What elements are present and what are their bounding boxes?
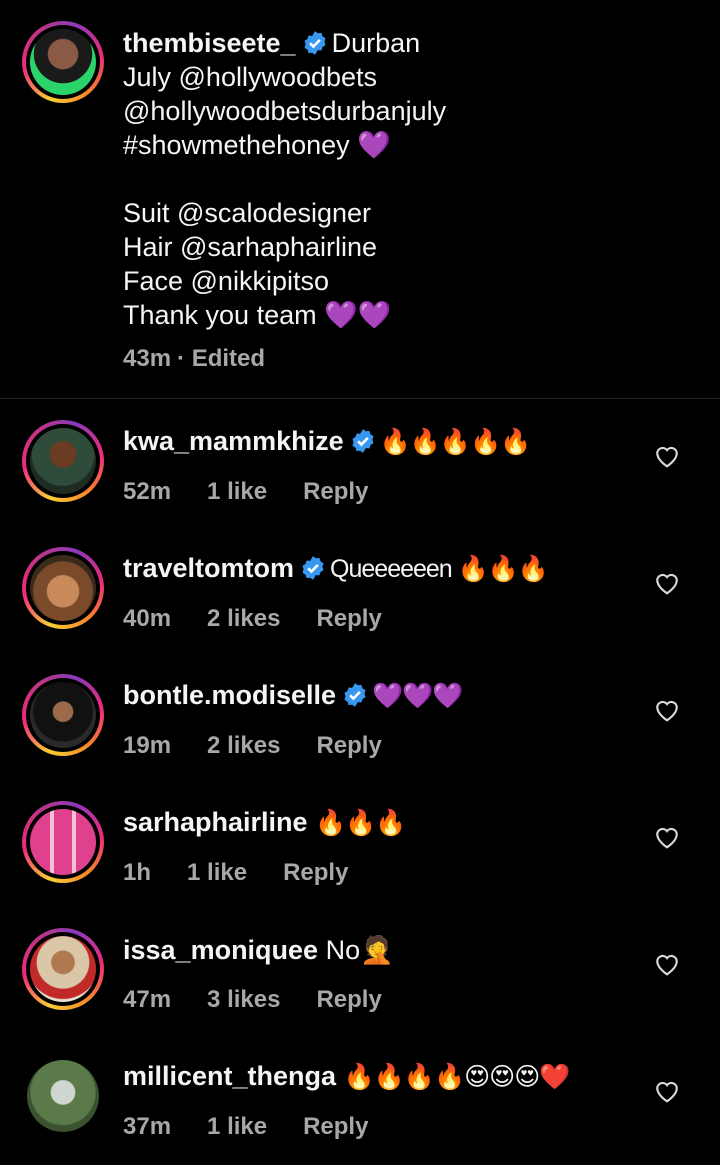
comment-row: sarhaphairline 🔥🔥🔥 1h 1 like Reply <box>0 801 720 911</box>
reply-button[interactable]: Reply <box>303 1113 368 1140</box>
reply-button[interactable]: Reply <box>283 859 348 886</box>
reply-button[interactable]: Reply <box>303 478 368 505</box>
reply-button[interactable]: Reply <box>316 986 381 1013</box>
caption-line <box>123 162 703 196</box>
commenter-username[interactable]: millicent_thenga <box>123 1061 336 1091</box>
caption-line: Face @nikkipitso <box>123 266 329 296</box>
post-caption: thembiseete_ Durban July @hollywoodbets @… <box>123 26 703 376</box>
comment-time: 1h <box>123 859 152 886</box>
commenter-avatar[interactable] <box>22 420 104 502</box>
comment-body: No🤦 <box>325 935 394 965</box>
comment-body: 🔥🔥🔥 <box>315 809 406 837</box>
heart-icon[interactable] <box>654 571 680 595</box>
post-author-username[interactable]: thembiseete_ <box>123 28 296 58</box>
like-count[interactable]: 2 likes <box>207 605 280 632</box>
commenter-avatar[interactable] <box>22 674 104 756</box>
comment-row: millicent_thenga 🔥🔥🔥🔥😍😍😍❤️ 37m 1 like Repl… <box>0 1055 720 1165</box>
divider <box>0 398 720 399</box>
comment-meta: 40m 2 likes Reply <box>123 605 418 633</box>
comment-text: issa_moniquee No🤦 <box>123 934 394 966</box>
caption-line: @hollywoodbetsdurbanjuly <box>123 96 447 126</box>
comment-row: kwa_mammkhize 🔥🔥🔥🔥🔥 52m 1 like Reply <box>0 420 720 530</box>
caption-line: Thank you team 💜💜 <box>123 300 392 330</box>
comment-text: traveltomtom Queeeeeen 🔥🔥🔥 <box>123 553 549 584</box>
reply-button[interactable]: Reply <box>316 605 381 632</box>
comment-body: 🔥🔥🔥🔥😍😍😍❤️ <box>343 1063 571 1091</box>
post-time: 43m <box>123 345 172 372</box>
comment-meta: 52m 1 like Reply <box>123 478 404 506</box>
comment-meta: 1h 1 like Reply <box>123 859 384 887</box>
like-count[interactable]: 1 like <box>207 478 267 505</box>
commenter-avatar[interactable] <box>22 1055 104 1137</box>
commenter-username[interactable]: sarhaphairline <box>123 807 308 837</box>
post-meta: 43m · Edited <box>123 342 703 376</box>
commenter-username[interactable]: issa_moniquee <box>123 935 318 965</box>
commenter-avatar[interactable] <box>22 801 104 883</box>
heart-icon[interactable] <box>654 952 680 976</box>
comment-body: 🔥🔥🔥🔥🔥 <box>379 428 532 456</box>
caption-line: July @hollywoodbets <box>123 62 378 92</box>
post-author-avatar[interactable] <box>22 21 104 103</box>
like-count[interactable]: 2 likes <box>207 732 280 759</box>
comment-text: bontle.modiselle 💜💜💜 <box>123 680 463 711</box>
comment-time: 40m <box>123 605 172 632</box>
edited-label: · Edited <box>177 345 266 372</box>
verified-badge-icon <box>304 31 326 55</box>
comment-time: 19m <box>123 732 172 759</box>
comment-text: sarhaphairline 🔥🔥🔥 <box>123 807 406 838</box>
comment-row: traveltomtom Queeeeeen 🔥🔥🔥 40m 2 likes Repl… <box>0 547 720 657</box>
like-count[interactable]: 3 likes <box>207 986 280 1013</box>
commenter-avatar[interactable] <box>22 547 104 629</box>
heart-icon[interactable] <box>654 825 680 849</box>
caption-line: Suit @scalodesigner <box>123 198 372 228</box>
comment-text: millicent_thenga 🔥🔥🔥🔥😍😍😍❤️ <box>123 1061 571 1092</box>
caption-line: #showmethehoney 💜 <box>123 130 391 160</box>
verified-badge-icon <box>344 683 366 707</box>
commenter-username[interactable]: kwa_mammkhize <box>123 426 344 456</box>
verified-badge-icon <box>352 429 374 453</box>
comment-meta: 47m 3 likes Reply <box>123 986 418 1014</box>
verified-badge-icon <box>302 556 324 580</box>
comment-body: 💜💜💜 <box>372 682 463 710</box>
heart-icon[interactable] <box>654 1079 680 1103</box>
comment-body: Queeeeeen 🔥🔥🔥 <box>330 555 549 583</box>
commenter-avatar[interactable] <box>22 928 104 1010</box>
comment-time: 37m <box>123 1113 172 1140</box>
comment-time: 52m <box>123 478 172 505</box>
comment-row: issa_moniquee No🤦 47m 3 likes Reply <box>0 928 720 1038</box>
heart-icon[interactable] <box>654 444 680 468</box>
reply-button[interactable]: Reply <box>316 732 381 759</box>
caption-line: Hair @sarhaphairline <box>123 232 378 262</box>
like-count[interactable]: 1 like <box>207 1113 267 1140</box>
comment-time: 47m <box>123 986 172 1013</box>
comment-meta: 19m 2 likes Reply <box>123 732 418 760</box>
caption-line: Durban <box>331 28 421 58</box>
commenter-username[interactable]: traveltomtom <box>123 553 294 583</box>
comment-meta: 37m 1 like Reply <box>123 1113 404 1141</box>
commenter-username[interactable]: bontle.modiselle <box>123 680 336 710</box>
like-count[interactable]: 1 like <box>187 859 247 886</box>
heart-icon[interactable] <box>654 698 680 722</box>
comment-row: bontle.modiselle 💜💜💜 19m 2 likes Reply <box>0 674 720 784</box>
comment-text: kwa_mammkhize 🔥🔥🔥🔥🔥 <box>123 426 532 457</box>
